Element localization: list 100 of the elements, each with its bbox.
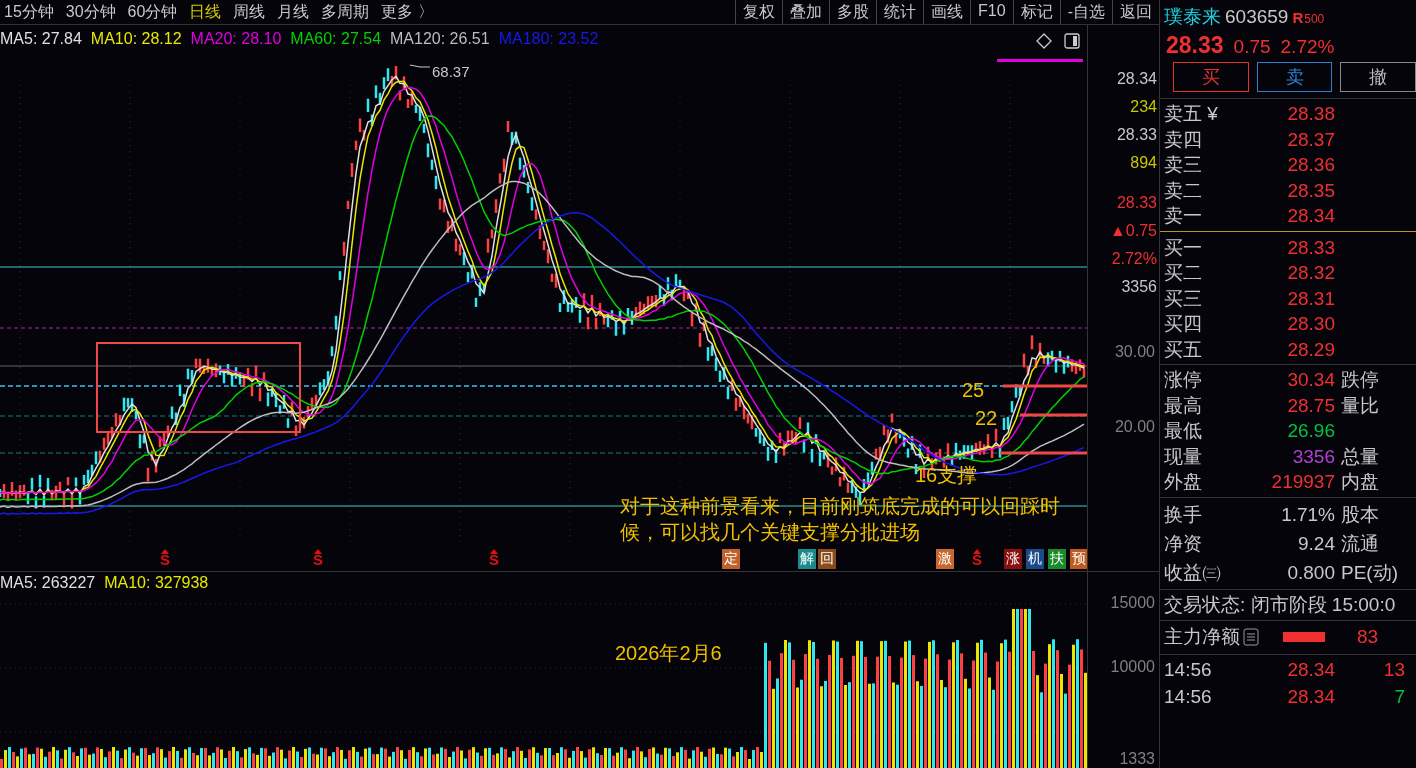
toolbar-button[interactable]: F10: [970, 0, 1013, 24]
leader-line: [409, 64, 431, 68]
bid-price: 28.30: [1286, 312, 1335, 336]
signal-tag: 回: [818, 549, 836, 569]
ma-legend: MA5: 27.84: [0, 30, 82, 48]
flow-value: 83: [1357, 626, 1379, 648]
trade-button[interactable]: 撤: [1340, 62, 1416, 92]
bid-label: 买五: [1164, 337, 1203, 362]
ma-legend: MA180: 23.52: [498, 30, 599, 48]
period-tab[interactable]: 多周期: [321, 1, 370, 23]
period-tab[interactable]: 日线: [189, 1, 222, 23]
ma-legend: MA60: 27.54: [290, 30, 382, 48]
volume-axis-label: 1333: [1119, 750, 1155, 768]
toolbar-button[interactable]: -自选: [1059, 0, 1112, 24]
ma-legend: MA120: 26.51: [390, 30, 490, 48]
trade-button[interactable]: 买: [1173, 62, 1249, 92]
ask-label: 卖一: [1164, 204, 1203, 228]
bid-label: 买一: [1164, 235, 1203, 260]
annotation-note: 对于这种前景看来，目前刚筑底完成的可以回踩时候，可以找几个关键支撑分批进场: [620, 494, 1061, 545]
volume-axis-label: 15000: [1110, 594, 1155, 612]
diamond-icon[interactable]: [1036, 33, 1052, 49]
stat-label: 现量: [1164, 444, 1203, 469]
bid-label: 买三: [1164, 286, 1203, 311]
volume-axis-label: 10000: [1110, 658, 1155, 676]
stat-label: 内盘: [1340, 470, 1380, 494]
info-label: 换手: [1164, 502, 1203, 527]
ma-legend: MA20: 28.10: [190, 30, 282, 48]
toolbar-button[interactable]: 标记: [1012, 0, 1060, 24]
flow-label: 主力净额: [1164, 625, 1240, 649]
volume-ma-legend: MA5: 263227: [0, 574, 96, 592]
index-label: 500: [1304, 12, 1325, 26]
tick-volume: 13: [1382, 658, 1405, 682]
axis-info-value: ▲0.75: [1110, 221, 1157, 241]
ask-label: 卖二: [1164, 178, 1203, 203]
signal-tag: 涨: [1004, 549, 1022, 569]
flow-bar: [1283, 632, 1325, 642]
period-tab[interactable]: 周线: [233, 1, 266, 23]
stat-value: 3356: [1291, 444, 1335, 469]
ask-label: 卖四: [1164, 127, 1203, 152]
annotation-text: 22: [975, 406, 998, 431]
signal-tag: 扶: [1048, 549, 1066, 569]
info-label: 收益㈢: [1164, 560, 1222, 585]
period-tab[interactable]: 15分钟: [4, 1, 54, 23]
info-value: 9.24: [1297, 531, 1335, 556]
price-change: 0.75: [1233, 36, 1271, 58]
ask-price: 28.37: [1286, 127, 1335, 152]
toolbar-button[interactable]: 叠加: [782, 0, 830, 24]
toolbar-button[interactable]: 复权: [735, 0, 783, 24]
info-value: 0.800: [1286, 560, 1335, 585]
list-icon[interactable]: [1243, 628, 1259, 646]
toolbar-button[interactable]: 多股: [829, 0, 877, 24]
tick-price: 28.34: [1286, 685, 1335, 709]
period-tab[interactable]: 月线: [277, 1, 310, 23]
axis-info-value: 28.34: [1116, 69, 1157, 89]
volume-ma-legend: MA10: 327938: [104, 574, 209, 592]
stock-code: 603659: [1225, 6, 1289, 28]
price-axis-label: 30.00: [1114, 343, 1155, 361]
stat-value: 219937: [1270, 470, 1335, 494]
bid-price: 28.33: [1286, 235, 1335, 260]
info-label: PE(动): [1340, 560, 1399, 585]
percent-change: 2.72%: [1280, 36, 1335, 58]
stat-label: 跌停: [1340, 368, 1380, 392]
period-tab[interactable]: 30分钟: [65, 1, 116, 23]
ask-price: 28.35: [1286, 178, 1335, 203]
tick-price: 28.34: [1286, 658, 1335, 682]
annotation-text: 25: [962, 378, 985, 403]
period-tab[interactable]: 更多 〉: [381, 1, 434, 23]
stock-name: 璞泰来: [1164, 5, 1221, 29]
price-axis-label: 20.00: [1114, 418, 1155, 436]
toolbar-button[interactable]: 统计: [876, 0, 924, 24]
bid-label: 买二: [1164, 261, 1203, 285]
stat-label: 最高: [1164, 393, 1203, 418]
axis-info-value: 28.33: [1116, 193, 1157, 213]
margin-label: R: [1292, 9, 1304, 26]
bid-label: 买四: [1164, 312, 1203, 336]
stat-label: 外盘: [1164, 470, 1203, 494]
ask-price: 28.34: [1286, 204, 1335, 228]
trading-status: 交易状态: 闭市阶段 15:00:0: [1160, 588, 1416, 620]
tick-time: 14:56: [1164, 685, 1213, 709]
stat-value: 28.75: [1286, 393, 1335, 418]
stat-label: 最低: [1164, 419, 1203, 443]
stat-label: 量比: [1340, 393, 1380, 418]
stat-label: 涨停: [1164, 368, 1203, 392]
signal-tag: 解: [798, 549, 816, 569]
ma-legend: MA10: 28.12: [90, 30, 182, 48]
trade-button[interactable]: 卖: [1256, 62, 1333, 92]
info-label: 净资: [1164, 531, 1203, 556]
info-value: 1.71%: [1280, 502, 1335, 527]
axis-info-value: 2.72%: [1111, 249, 1157, 269]
stat-label: 总量: [1340, 444, 1380, 469]
ask-label: 卖三: [1164, 153, 1203, 177]
axis-info-value: 3356: [1121, 277, 1157, 297]
info-label: 流通: [1340, 531, 1380, 556]
toolbar-button[interactable]: 画线: [923, 0, 971, 24]
signal-tag: 定: [722, 549, 740, 569]
bid-price: 28.32: [1286, 261, 1335, 285]
axis-info-value: 234: [1130, 97, 1157, 117]
period-tab[interactable]: 60分钟: [127, 1, 178, 23]
panel-toggle-icon[interactable]: [1064, 33, 1080, 49]
toolbar-button[interactable]: 返回: [1112, 0, 1159, 24]
